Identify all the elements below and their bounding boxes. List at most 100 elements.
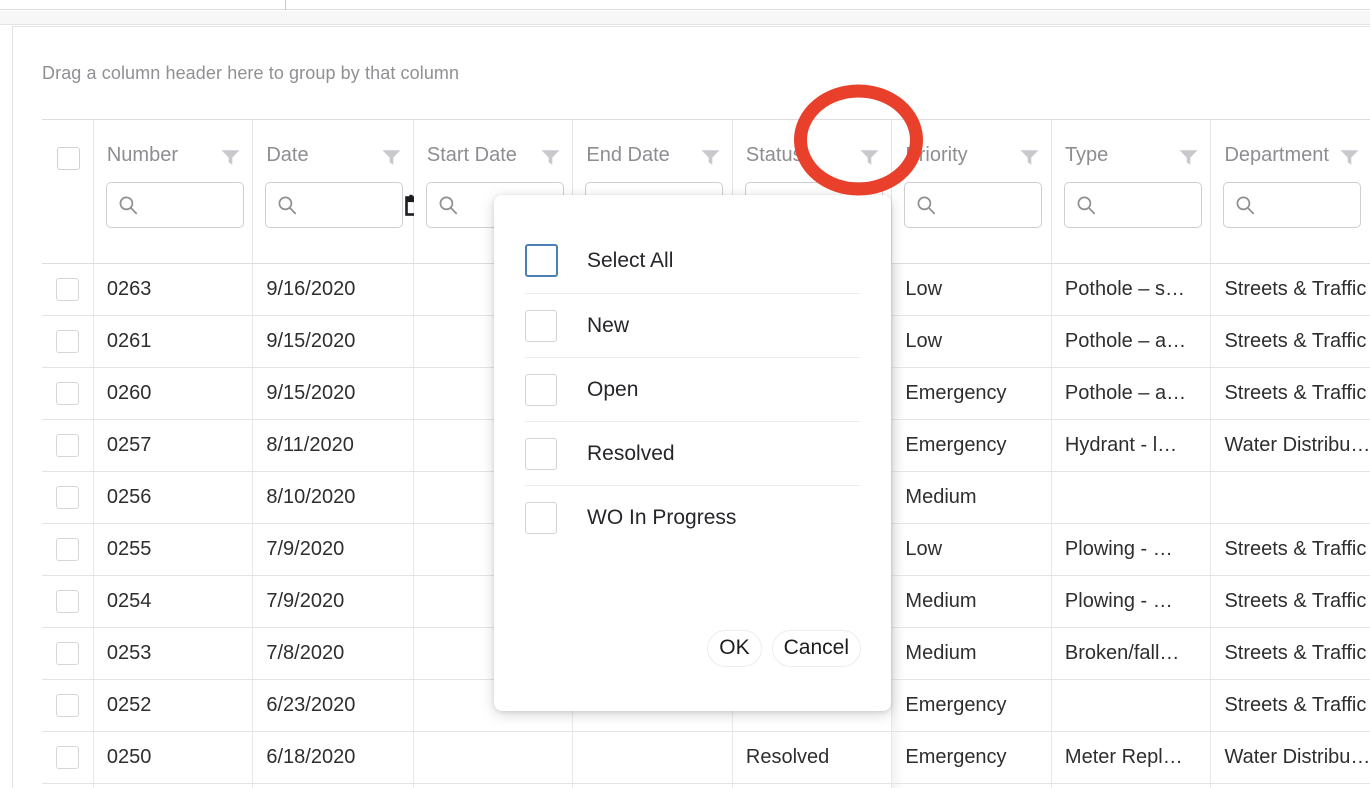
cell-date: 9/15/2020: [253, 316, 414, 367]
row-select-checkbox[interactable]: [55, 330, 79, 353]
filter-option-checkbox[interactable]: [525, 373, 557, 406]
filter-option-label: WO In Progress: [587, 506, 737, 529]
cell-department: Water Distribu…: [1224, 746, 1370, 768]
cell-number: 0254: [94, 576, 254, 627]
column-search-input-type[interactable]: [1063, 182, 1202, 228]
row-select-checkbox[interactable]: [55, 746, 79, 769]
cell-department: Streets & Traffic: [1224, 642, 1367, 664]
cell-date: 7/9/2020: [253, 576, 414, 627]
status-filter-popup[interactable]: Select All New Open Resolved WO In Progress …: [494, 195, 891, 711]
select-all-rows-checkbox[interactable]: [57, 147, 80, 170]
filter-icon[interactable]: [221, 149, 240, 166]
cell-type: [1052, 472, 1212, 523]
column-search-input-priority[interactable]: [904, 182, 1043, 228]
row-select-checkbox[interactable]: [55, 538, 79, 561]
cell-select: [42, 680, 94, 731]
cell-date: 9/15/2020: [253, 368, 414, 419]
cell-select: [42, 784, 94, 788]
filter-option-row[interactable]: Open: [525, 358, 860, 422]
cell-select: [42, 628, 94, 679]
cell-department: [1211, 472, 1370, 523]
cell-priority: Emergency: [892, 420, 1052, 471]
column-header-department[interactable]: Department: [1211, 120, 1370, 263]
column-header-date[interactable]: Date: [253, 120, 428, 263]
search-icon: [1076, 195, 1096, 215]
cell-type: Pothole – a…: [1052, 368, 1212, 419]
cell-type: Pothole – s…: [1052, 264, 1212, 315]
filter-icon[interactable]: [860, 149, 879, 166]
column-header-priority[interactable]: Priority: [892, 120, 1052, 263]
table-row[interactable]: 0250 6/18/2020 Resolved Emergency Meter Repl…: [42, 732, 1370, 784]
group-by-drop-area[interactable]: Drag a column header here to group by th…: [13, 27, 1370, 119]
filter-option-row[interactable]: New: [525, 294, 860, 358]
cell-select: [42, 524, 94, 575]
row-select-checkbox[interactable]: [55, 278, 79, 301]
cell-number: 0263: [94, 264, 254, 315]
cell-department: Streets & Traffic: [1224, 538, 1367, 560]
row-select-checkbox[interactable]: [55, 590, 79, 613]
filter-option-row[interactable]: Select All: [525, 228, 860, 294]
cell-type: Hydrant - l: [1052, 784, 1212, 788]
filter-icon[interactable]: [1179, 149, 1198, 166]
cell-department: Streets & Traffic: [1224, 382, 1367, 404]
row-select-checkbox[interactable]: [55, 642, 79, 665]
cell-select: [42, 472, 94, 523]
cell-number: 0260: [94, 368, 254, 419]
cell-date: 9/16/2020: [253, 264, 414, 315]
column-header-select[interactable]: [42, 120, 94, 263]
filter-option-checkbox[interactable]: [525, 244, 558, 277]
column-header-label: End Date: [586, 144, 670, 166]
filter-option-row[interactable]: Resolved: [525, 422, 860, 486]
filter-icon[interactable]: [701, 149, 720, 166]
cell-date: 8/10/2020: [253, 472, 414, 523]
filter-option-checkbox[interactable]: [525, 309, 557, 342]
column-search-input-number[interactable]: [105, 182, 244, 228]
cell-number: 0252: [94, 680, 254, 731]
cancel-button[interactable]: Cancel: [771, 630, 861, 667]
filter-icon[interactable]: [541, 149, 560, 166]
cell-date: 6/18/2020: [253, 732, 414, 783]
row-select-checkbox[interactable]: [55, 382, 79, 405]
app-top-strip: [0, 0, 1370, 10]
cell-select: [42, 368, 94, 419]
column-header-label: Department: [1224, 144, 1329, 166]
cell-number: 0250: [94, 732, 254, 783]
column-header-label: Number: [106, 144, 178, 166]
filter-option-label: Select All: [587, 248, 674, 272]
filter-option-checkbox[interactable]: [525, 502, 557, 534]
row-select-checkbox[interactable]: [55, 486, 79, 509]
group-panel-hint: Drag a column header here to group by th…: [42, 62, 460, 83]
cell-select: [42, 732, 94, 783]
cell-department: Streets & Traffic: [1224, 590, 1367, 612]
cell-number: 0253: [94, 628, 254, 679]
cell-priority: Medium: [892, 628, 1052, 679]
row-select-checkbox[interactable]: [55, 694, 79, 717]
cell-priority: Emergency: [892, 784, 1052, 788]
cell-status: Resolved: [733, 784, 893, 788]
cell-priority: Emergency: [892, 368, 1052, 419]
search-icon: [118, 195, 138, 215]
column-header-label: Type: [1064, 144, 1109, 166]
filter-icon[interactable]: [1020, 149, 1039, 166]
column-header-number[interactable]: Number: [93, 120, 254, 263]
row-select-checkbox[interactable]: [55, 434, 79, 457]
cell-number: 0249: [94, 784, 254, 788]
column-header-type[interactable]: Type: [1051, 120, 1212, 263]
search-icon: [277, 195, 297, 215]
cell-number: 0261: [94, 316, 254, 367]
filter-icon[interactable]: [1340, 149, 1359, 166]
cell-type: Pothole – a…: [1052, 316, 1212, 367]
table-row[interactable]: 02496/18/2020 ResolvedEmergencyHydrant - …: [42, 784, 1370, 788]
ok-button[interactable]: OK: [707, 630, 762, 667]
cell-end_date: [573, 732, 733, 783]
column-search-input-date[interactable]: [265, 182, 404, 228]
cell-date: 7/8/2020: [253, 628, 414, 679]
search-icon: [438, 195, 458, 215]
filter-option-checkbox[interactable]: [525, 437, 557, 470]
filter-icon[interactable]: [382, 149, 401, 166]
filter-option-row[interactable]: WO In Progress: [525, 486, 860, 550]
popup-action-bar: OK Cancel: [707, 630, 861, 667]
cell-number: 0257: [94, 420, 254, 471]
column-search-input-department[interactable]: [1223, 182, 1362, 228]
cell-select: [42, 420, 94, 471]
